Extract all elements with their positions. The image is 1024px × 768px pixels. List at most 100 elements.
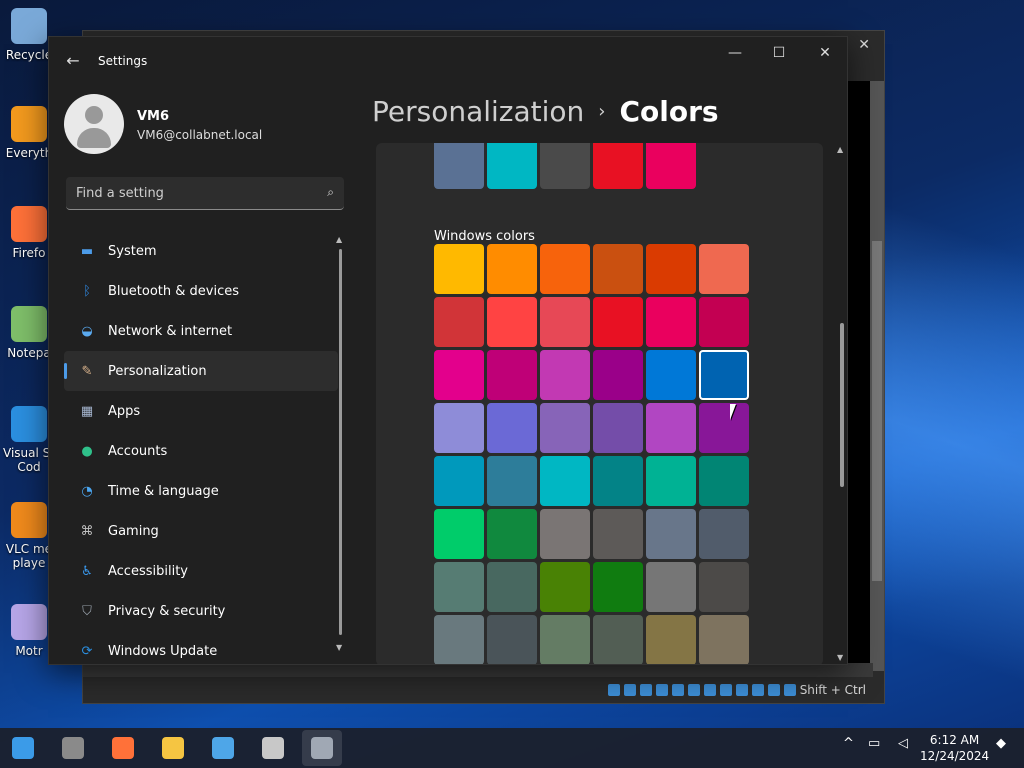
accent-color-swatch[interactable] — [434, 403, 484, 453]
accent-color-swatch[interactable] — [540, 350, 590, 400]
accent-color-swatch[interactable] — [593, 456, 643, 506]
accent-color-swatch[interactable] — [646, 350, 696, 400]
sidebar-item-accessibility[interactable]: ♿ Accessibility — [64, 551, 338, 591]
sidebar-item-network-internet[interactable]: ◒ Network & internet — [64, 311, 338, 351]
sidebar-item-accounts[interactable]: ● Accounts — [64, 431, 338, 471]
main-scroll-thumb[interactable] — [840, 323, 844, 487]
accent-color-swatch[interactable] — [487, 350, 537, 400]
vm-vertical-scrollbar[interactable] — [870, 81, 884, 671]
vm-horizontal-scrollbar[interactable] — [83, 663, 873, 677]
sidebar-scroll-thumb[interactable] — [339, 249, 342, 635]
accent-color-swatch[interactable] — [646, 509, 696, 559]
accent-color-swatch[interactable] — [699, 509, 749, 559]
avatar[interactable] — [64, 94, 124, 154]
file-explorer-button[interactable] — [153, 730, 193, 766]
minimize-button[interactable]: — — [719, 45, 751, 65]
file-manager-button[interactable] — [53, 730, 93, 766]
visual-studio-button[interactable] — [203, 730, 243, 766]
close-button[interactable]: ✕ — [809, 45, 841, 65]
vm-status-icon[interactable] — [735, 684, 748, 696]
recent-color-swatch[interactable] — [646, 143, 696, 189]
volume-muted-icon[interactable]: ◁ — [898, 736, 908, 751]
recent-color-swatch[interactable] — [540, 143, 590, 189]
sidebar-item-bluetooth-devices[interactable]: ᛒ Bluetooth & devices — [64, 271, 338, 311]
accent-color-swatch[interactable] — [646, 297, 696, 347]
sql-server-button[interactable] — [253, 730, 293, 766]
vm-status-icon[interactable] — [767, 684, 780, 696]
accent-color-swatch[interactable] — [540, 615, 590, 664]
accent-color-swatch[interactable] — [487, 403, 537, 453]
accent-color-swatch[interactable] — [434, 615, 484, 664]
accent-color-swatch[interactable] — [487, 456, 537, 506]
accent-color-swatch[interactable] — [593, 615, 643, 664]
accent-color-swatch[interactable] — [487, 297, 537, 347]
tray-overflow-chevron-icon[interactable]: ^ — [843, 736, 854, 751]
sidebar-item-personalization[interactable]: ✎ Personalization — [64, 351, 338, 391]
search-input[interactable]: Find a setting ⌕ — [66, 177, 344, 210]
vm-status-icon[interactable] — [607, 684, 620, 696]
accent-color-swatch[interactable] — [434, 562, 484, 612]
vm-status-icon[interactable] — [655, 684, 668, 696]
accent-color-swatch-selected[interactable] — [699, 350, 749, 400]
accent-color-swatch[interactable] — [593, 350, 643, 400]
accent-color-swatch[interactable] — [646, 244, 696, 294]
back-arrow-icon[interactable]: ← — [63, 51, 83, 71]
sidebar-item-apps[interactable]: ▦ Apps — [64, 391, 338, 431]
accent-color-swatch[interactable] — [540, 562, 590, 612]
maximize-button[interactable]: ☐ — [763, 45, 795, 65]
accent-color-swatch[interactable] — [646, 456, 696, 506]
recent-color-swatch[interactable] — [593, 143, 643, 189]
accent-color-swatch[interactable] — [540, 297, 590, 347]
accent-color-swatch[interactable] — [487, 509, 537, 559]
accent-color-swatch[interactable] — [434, 350, 484, 400]
vm-status-icon[interactable] — [639, 684, 652, 696]
sidebar-item-windows-update[interactable]: ⟳ Windows Update — [64, 631, 338, 664]
recent-color-swatch[interactable] — [487, 143, 537, 189]
sidebar-item-system[interactable]: ▬ System — [64, 231, 338, 271]
recent-color-swatch[interactable] — [434, 143, 484, 189]
accent-color-swatch[interactable] — [646, 403, 696, 453]
accent-color-swatch[interactable] — [434, 509, 484, 559]
network-icon[interactable]: ▭ — [868, 736, 880, 751]
search-icon[interactable]: ⌕ — [327, 185, 334, 200]
vm-close-button[interactable]: ✕ — [858, 37, 870, 53]
accent-color-swatch[interactable] — [593, 509, 643, 559]
sidebar-item-gaming[interactable]: ⌘ Gaming — [64, 511, 338, 551]
vm-status-icon[interactable] — [623, 684, 636, 696]
accent-color-swatch[interactable] — [540, 403, 590, 453]
vm-status-icon[interactable] — [719, 684, 732, 696]
sidebar-item-time-language[interactable]: ◔ Time & language — [64, 471, 338, 511]
accent-color-swatch[interactable] — [540, 456, 590, 506]
firefox-button[interactable] — [103, 730, 143, 766]
accent-color-swatch[interactable] — [646, 615, 696, 664]
accent-color-swatch[interactable] — [699, 615, 749, 664]
accent-color-swatch[interactable] — [593, 403, 643, 453]
accent-color-swatch[interactable] — [699, 244, 749, 294]
accent-color-swatch[interactable] — [434, 456, 484, 506]
accent-color-swatch[interactable] — [540, 509, 590, 559]
notification-bell-icon[interactable]: ◆ — [996, 736, 1006, 751]
accent-color-swatch[interactable] — [540, 244, 590, 294]
vm-status-icon[interactable] — [751, 684, 764, 696]
vm-status-icon[interactable] — [671, 684, 684, 696]
breadcrumb-parent[interactable]: Personalization — [372, 95, 584, 128]
scroll-up-arrow-icon[interactable]: ▲ — [336, 235, 342, 244]
accent-color-swatch[interactable] — [487, 562, 537, 612]
settings-button[interactable] — [302, 730, 342, 766]
title-bar[interactable]: ← Settings — ☐ ✕ — [49, 37, 847, 85]
accent-color-swatch[interactable] — [487, 615, 537, 664]
sidebar-scrollbar[interactable]: ▲ ▼ — [336, 235, 345, 655]
scroll-down-arrow-icon[interactable]: ▼ — [336, 643, 342, 652]
accent-color-swatch[interactable] — [699, 562, 749, 612]
vm-status-icon[interactable] — [703, 684, 716, 696]
start-button[interactable] — [3, 730, 43, 766]
vm-status-icon[interactable] — [687, 684, 700, 696]
accent-color-swatch[interactable] — [593, 244, 643, 294]
accent-color-swatch[interactable] — [434, 244, 484, 294]
sidebar-item-privacy-security[interactable]: ⛉ Privacy & security — [64, 591, 338, 631]
accent-color-swatch[interactable] — [699, 456, 749, 506]
vm-status-icon[interactable] — [783, 684, 796, 696]
accent-color-swatch[interactable] — [487, 244, 537, 294]
accent-color-swatch[interactable] — [593, 297, 643, 347]
main-scrollbar[interactable]: ▲ ▼ — [837, 145, 847, 664]
